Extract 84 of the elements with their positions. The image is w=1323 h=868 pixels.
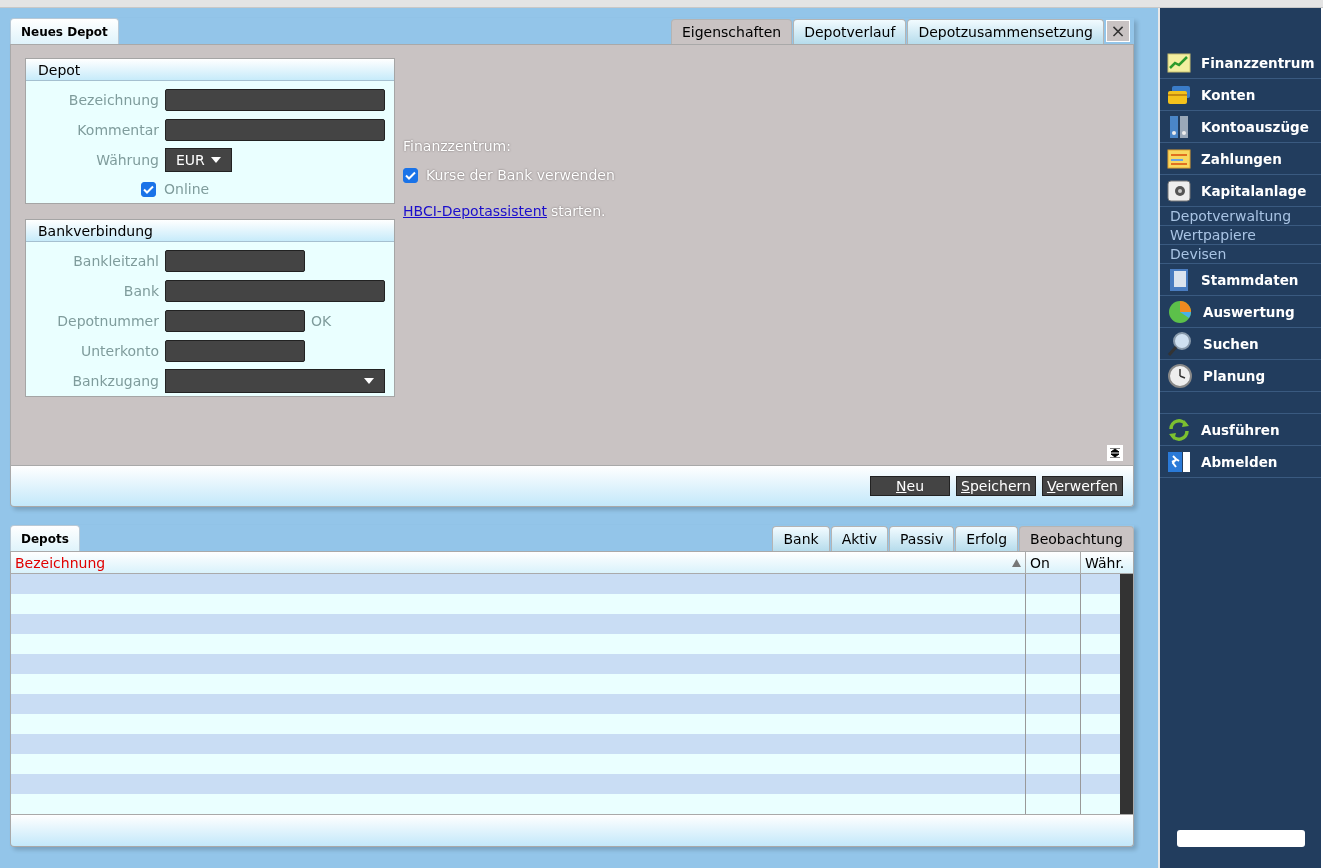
field-label: Bank [122, 283, 159, 299]
panel-tab[interactable]: Depots [10, 525, 80, 551]
nav-label: Konten [1201, 86, 1256, 103]
tab[interactable]: Beobachtung [1019, 526, 1134, 551]
action-item[interactable]: Abmelden [1160, 446, 1321, 478]
input-field[interactable] [165, 280, 385, 302]
cards-icon [1167, 83, 1191, 106]
column-header[interactable]: Währ. [1080, 552, 1133, 573]
input-field[interactable] [165, 340, 305, 362]
chart-icon [1167, 51, 1191, 74]
nav-item[interactable]: Suchen [1160, 328, 1321, 360]
scrollbar[interactable] [1120, 574, 1133, 814]
tab[interactable]: Aktiv [830, 526, 888, 551]
safe-icon [1167, 178, 1191, 203]
caret-icon [364, 378, 374, 384]
checkbox[interactable] [403, 167, 418, 183]
field-label: Depotnummer [56, 313, 159, 329]
field-label: Bankleitzahl [72, 253, 159, 269]
binders-icon [1167, 114, 1191, 139]
nav-item[interactable]: Finanzzentrum [1160, 47, 1321, 79]
action-button[interactable]: Speichern [956, 476, 1036, 496]
form-icon [1167, 147, 1191, 170]
nav-subitem[interactable]: Wertpapiere [1160, 226, 1321, 245]
nav-label: Zahlungen [1201, 150, 1282, 167]
refresh-icon [1167, 417, 1191, 442]
input-field[interactable] [165, 250, 305, 272]
input-field[interactable] [165, 119, 385, 141]
nav-label: Stammdaten [1201, 271, 1299, 288]
nav-subitem[interactable]: Devisen [1160, 245, 1321, 264]
nav-item[interactable]: Konten [1160, 79, 1321, 111]
action-item[interactable]: Ausführen [1160, 414, 1321, 446]
field-label: Unterkonto [79, 343, 159, 359]
link-suffix: starten. [551, 203, 606, 219]
tab[interactable]: Depotzusammensetzung [907, 19, 1104, 44]
tab[interactable]: Eigenschaften [670, 19, 793, 44]
checkbox[interactable] [141, 181, 156, 197]
input-field[interactable] [1176, 830, 1305, 847]
section-title: Depot [26, 59, 394, 81]
book-icon [1167, 267, 1191, 292]
close-button[interactable]: × [1106, 20, 1130, 42]
action-button[interactable]: Neu [870, 476, 951, 496]
tab[interactable]: Bank [772, 526, 830, 551]
status-text: OK [311, 313, 332, 329]
nav-item[interactable]: Auswertung [1160, 296, 1321, 328]
input-field[interactable] [165, 310, 305, 332]
clock-icon [1167, 362, 1193, 389]
tab[interactable]: Depotverlauf [793, 19, 907, 44]
nav-label: Kontoauszüge [1201, 118, 1309, 135]
field-label: Bankzugang [71, 373, 159, 389]
search-icon [1167, 330, 1193, 357]
caret-icon [210, 157, 221, 163]
panel-tab[interactable]: Neues Depot [10, 18, 119, 44]
tab[interactable]: Passiv [889, 526, 955, 551]
column-header[interactable]: On [1025, 552, 1080, 573]
action-button[interactable]: Verwerfen [1041, 476, 1123, 496]
checkbox-label: Kurse der Bank verwenden [426, 167, 615, 183]
currency-dropdown[interactable]: EUR [165, 148, 232, 172]
field-label: Währung [95, 152, 159, 168]
section-title: Bankverbindung [26, 220, 394, 242]
action-label: Ausführen [1201, 421, 1280, 438]
column-header[interactable]: Bezeichnung [11, 552, 1025, 573]
nav-label: Kapitalanlage [1201, 182, 1307, 199]
nav-item[interactable]: Kapitalanlage [1160, 175, 1321, 207]
field-label: Kommentar [76, 122, 159, 138]
assistant-link[interactable]: HBCI-Depotassistent [403, 203, 547, 219]
action-label: Abmelden [1201, 453, 1278, 470]
field-label: Bezeichnung [67, 92, 159, 108]
nav-item[interactable]: Kontoauszüge [1160, 111, 1321, 143]
pie-chart-icon [1167, 298, 1193, 325]
nav-label: Planung [1203, 367, 1266, 384]
nav-label: Finanzzentrum [1201, 54, 1315, 71]
nav-item[interactable]: Stammdaten [1160, 264, 1321, 296]
nav-label: Suchen [1203, 335, 1259, 352]
input-field[interactable] [165, 89, 385, 111]
nav-item[interactable]: Planung [1160, 360, 1321, 392]
section-label: Finanzzentrum: [403, 138, 512, 154]
dropdown-field[interactable] [165, 369, 385, 393]
collapse-icon[interactable] [1107, 445, 1123, 461]
checkbox-label: Online [164, 181, 210, 197]
nav-item[interactable]: Zahlungen [1160, 143, 1321, 175]
exit-icon [1167, 450, 1191, 473]
nav-label: Auswertung [1203, 303, 1295, 320]
nav-subitem[interactable]: Depotverwaltung [1160, 207, 1321, 226]
tab[interactable]: Erfolg [955, 526, 1019, 551]
